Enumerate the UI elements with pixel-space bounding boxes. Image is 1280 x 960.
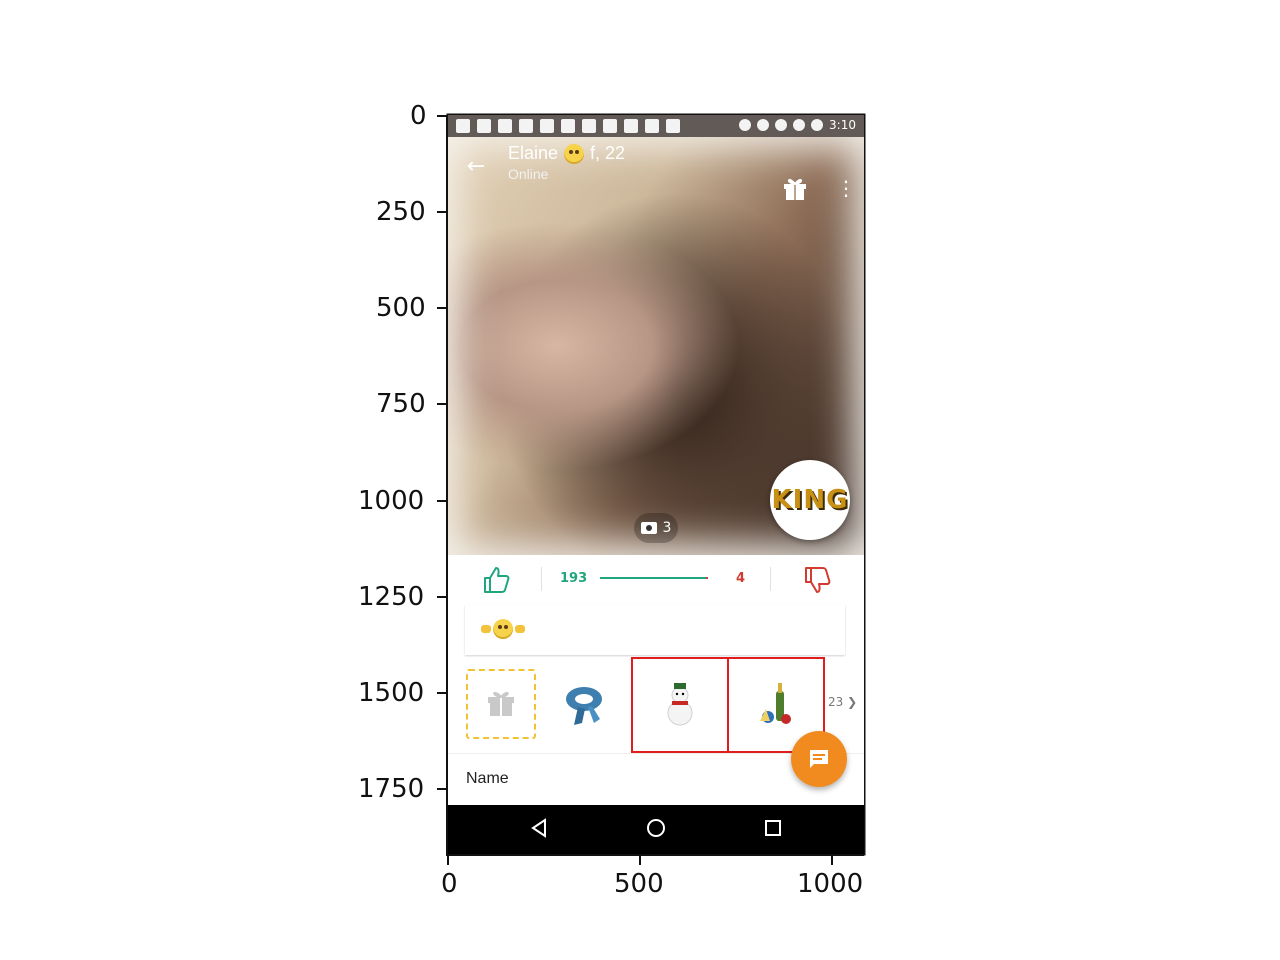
name-label: Name bbox=[466, 770, 509, 787]
chat-fab-button[interactable] bbox=[791, 731, 847, 787]
x-tick-label: 1000 bbox=[797, 869, 864, 899]
more-options-icon[interactable]: ⋮ bbox=[836, 175, 856, 201]
profile-name: Elaine bbox=[508, 143, 559, 163]
y-tick bbox=[437, 596, 446, 598]
chat-icon bbox=[810, 750, 828, 768]
dislike-count: 4 bbox=[736, 571, 746, 586]
hand-icon bbox=[481, 625, 491, 633]
king-badge-label: KING bbox=[771, 485, 849, 515]
recents-nav-icon[interactable] bbox=[762, 817, 784, 839]
facebook-icon bbox=[540, 119, 554, 133]
status-bar: 3:10 bbox=[448, 115, 864, 137]
photo-count: 3 bbox=[662, 520, 672, 536]
eye-icon bbox=[624, 119, 638, 133]
eye-icon bbox=[666, 119, 680, 133]
home-nav-icon[interactable] bbox=[645, 817, 667, 839]
smiley-icon bbox=[564, 143, 585, 164]
status-message-card bbox=[465, 605, 845, 655]
profile-age: f, 22 bbox=[590, 143, 626, 163]
phone-screen: 3:10 ← Elaine f, 22 Online ⋮ 3 KING 193 … bbox=[448, 115, 864, 854]
eye-icon bbox=[603, 119, 617, 133]
like-thumb-icon[interactable] bbox=[480, 565, 510, 595]
y-tick-label: 250 bbox=[376, 197, 426, 227]
no-sim-icon bbox=[793, 119, 806, 131]
online-status: Online bbox=[508, 166, 549, 182]
smiley-icon bbox=[493, 619, 513, 639]
dislike-ratio-bar bbox=[706, 577, 708, 579]
y-tick-label: 1500 bbox=[358, 678, 425, 708]
navigation-bar bbox=[448, 805, 864, 854]
x-tick bbox=[447, 856, 449, 865]
y-tick bbox=[437, 403, 446, 405]
back-arrow-icon[interactable]: ← bbox=[464, 155, 488, 179]
vote-divider bbox=[770, 567, 771, 591]
app-header: ← Elaine f, 22 Online ⋮ bbox=[448, 137, 864, 200]
x-tick-label: 500 bbox=[614, 869, 664, 899]
y-tick bbox=[437, 115, 446, 117]
gift-scarf-icon[interactable] bbox=[554, 673, 614, 733]
do-not-disturb-icon bbox=[757, 119, 770, 131]
send-gift-button[interactable] bbox=[466, 669, 536, 739]
y-tick bbox=[437, 692, 446, 694]
dislike-thumb-icon[interactable] bbox=[801, 565, 831, 595]
message-icon bbox=[456, 119, 470, 133]
vote-row: 193 4 bbox=[448, 555, 864, 603]
facebook-icon bbox=[498, 119, 512, 133]
gift-icon[interactable] bbox=[782, 175, 808, 201]
puzzle-icon bbox=[561, 119, 575, 133]
facebook-icon bbox=[519, 119, 533, 133]
y-tick-label: 750 bbox=[376, 389, 426, 419]
system-icons: 3:10 bbox=[739, 118, 856, 132]
gift-more-link[interactable]: 23 ❯ bbox=[828, 695, 857, 709]
square-icon bbox=[645, 119, 659, 133]
king-badge[interactable]: KING bbox=[770, 460, 850, 540]
like-ratio-bar bbox=[600, 577, 706, 579]
notification-icons bbox=[456, 119, 680, 133]
highlight-box bbox=[631, 657, 729, 753]
y-tick bbox=[437, 211, 446, 213]
y-tick-label: 1750 bbox=[358, 774, 425, 804]
y-tick-label: 1250 bbox=[358, 582, 425, 612]
y-tick bbox=[437, 788, 446, 790]
y-tick-label: 0 bbox=[410, 101, 427, 131]
x-axis-line bbox=[446, 854, 864, 856]
x-tick bbox=[831, 856, 833, 865]
y-tick bbox=[437, 307, 446, 309]
waving-smiley-icon bbox=[481, 619, 525, 639]
status-time: 3:10 bbox=[829, 118, 856, 132]
vote-divider bbox=[541, 567, 542, 591]
x-tick-label: 0 bbox=[441, 869, 458, 899]
y-tick bbox=[437, 500, 446, 502]
back-nav-icon[interactable] bbox=[528, 817, 550, 839]
person-icon bbox=[582, 119, 596, 133]
photo-count-badge[interactable]: 3 bbox=[634, 513, 678, 543]
hand-icon bbox=[515, 625, 525, 633]
camera-icon bbox=[640, 522, 657, 534]
battery-icon bbox=[811, 119, 824, 131]
y-tick-label: 500 bbox=[376, 293, 426, 323]
like-count: 193 bbox=[560, 571, 588, 586]
gift-icon bbox=[488, 691, 514, 716]
y-tick-label: 1000 bbox=[358, 486, 425, 516]
bluetooth-icon bbox=[739, 119, 752, 131]
x-tick bbox=[639, 856, 641, 865]
facebook-icon bbox=[477, 119, 491, 133]
gift-more-count: 23 bbox=[828, 695, 844, 709]
profile-title: Elaine f, 22 Online bbox=[508, 143, 625, 182]
wifi-icon bbox=[775, 119, 788, 131]
